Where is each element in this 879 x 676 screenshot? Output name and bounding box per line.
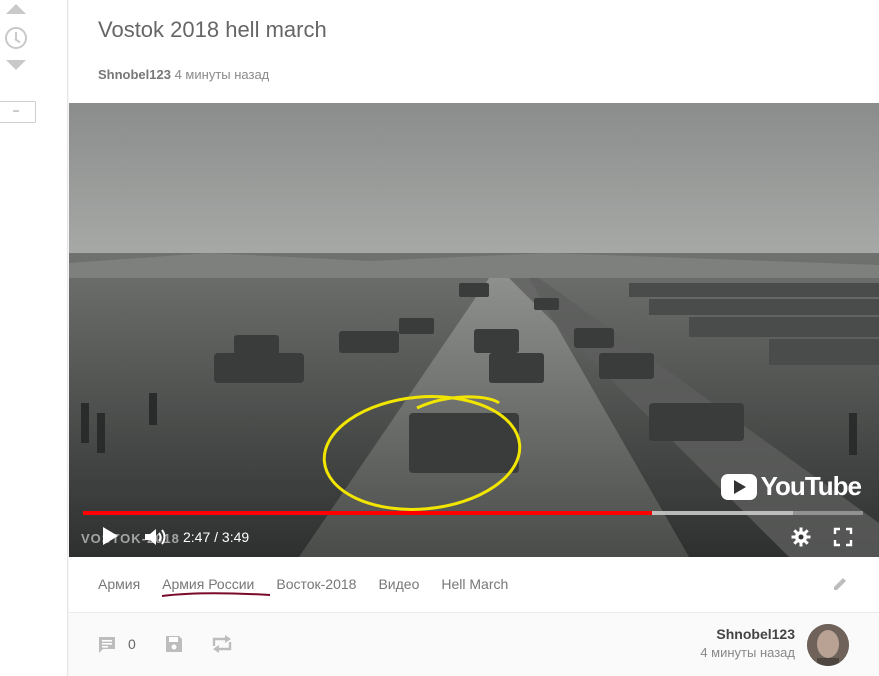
share-icon[interactable]	[210, 634, 234, 654]
comment-icon[interactable]	[97, 635, 117, 655]
post-meta: Shnobel123 4 минуты назад	[98, 67, 269, 82]
arrow-up-icon[interactable]	[6, 4, 26, 14]
post-title[interactable]: Vostok 2018 hell march	[98, 17, 327, 43]
volume-icon[interactable]	[143, 527, 169, 547]
youtube-play-icon	[720, 473, 757, 500]
video-controls: VOSTOK-2018 2:47 / 3:49	[69, 519, 879, 557]
footer-time: 4 минуты назад	[700, 645, 795, 660]
page: − Vostok 2018 hell march Shnobel123 4 ми…	[0, 0, 879, 676]
footer-author[interactable]: Shnobel123	[716, 626, 795, 642]
post-footer: 0 Shnobel123 4 минуты назад	[69, 613, 879, 676]
tag-video[interactable]: Видео	[378, 576, 419, 592]
avatar[interactable]	[807, 624, 849, 666]
tag-hell-march[interactable]: Hell March	[441, 576, 508, 592]
video-time: 2:47 / 3:49	[183, 529, 250, 545]
comment-count: 0	[128, 636, 136, 652]
play-icon[interactable]	[103, 527, 118, 545]
fullscreen-icon[interactable]	[833, 527, 853, 547]
tag-armiya[interactable]: Армия	[98, 576, 140, 592]
tag-vostok-2018[interactable]: Восток-2018	[276, 576, 356, 592]
post-card: Vostok 2018 hell march Shnobel123 4 мину…	[69, 0, 879, 676]
progress-played	[83, 511, 653, 515]
collapse-button[interactable]: −	[0, 101, 36, 123]
post-time: 4 минуты назад	[174, 67, 270, 82]
clock-icon[interactable]	[5, 27, 27, 49]
youtube-wordmark: YouTube	[760, 471, 862, 501]
video-player[interactable]: YouTube VOSTOK-2018 2:47 / 3:49	[69, 103, 879, 557]
post-author[interactable]: Shnobel123	[98, 67, 171, 82]
save-icon[interactable]	[164, 634, 184, 654]
progress-bar[interactable]	[83, 511, 863, 515]
avatar-image	[807, 624, 849, 666]
youtube-logo[interactable]: YouTube	[720, 471, 862, 502]
annotation-underline	[161, 592, 271, 597]
progress-buffered	[652, 511, 793, 515]
vote-rail: −	[0, 0, 68, 676]
gear-icon[interactable]	[791, 527, 811, 547]
pencil-icon[interactable]	[831, 575, 849, 593]
arrow-down-icon[interactable]	[6, 60, 26, 70]
